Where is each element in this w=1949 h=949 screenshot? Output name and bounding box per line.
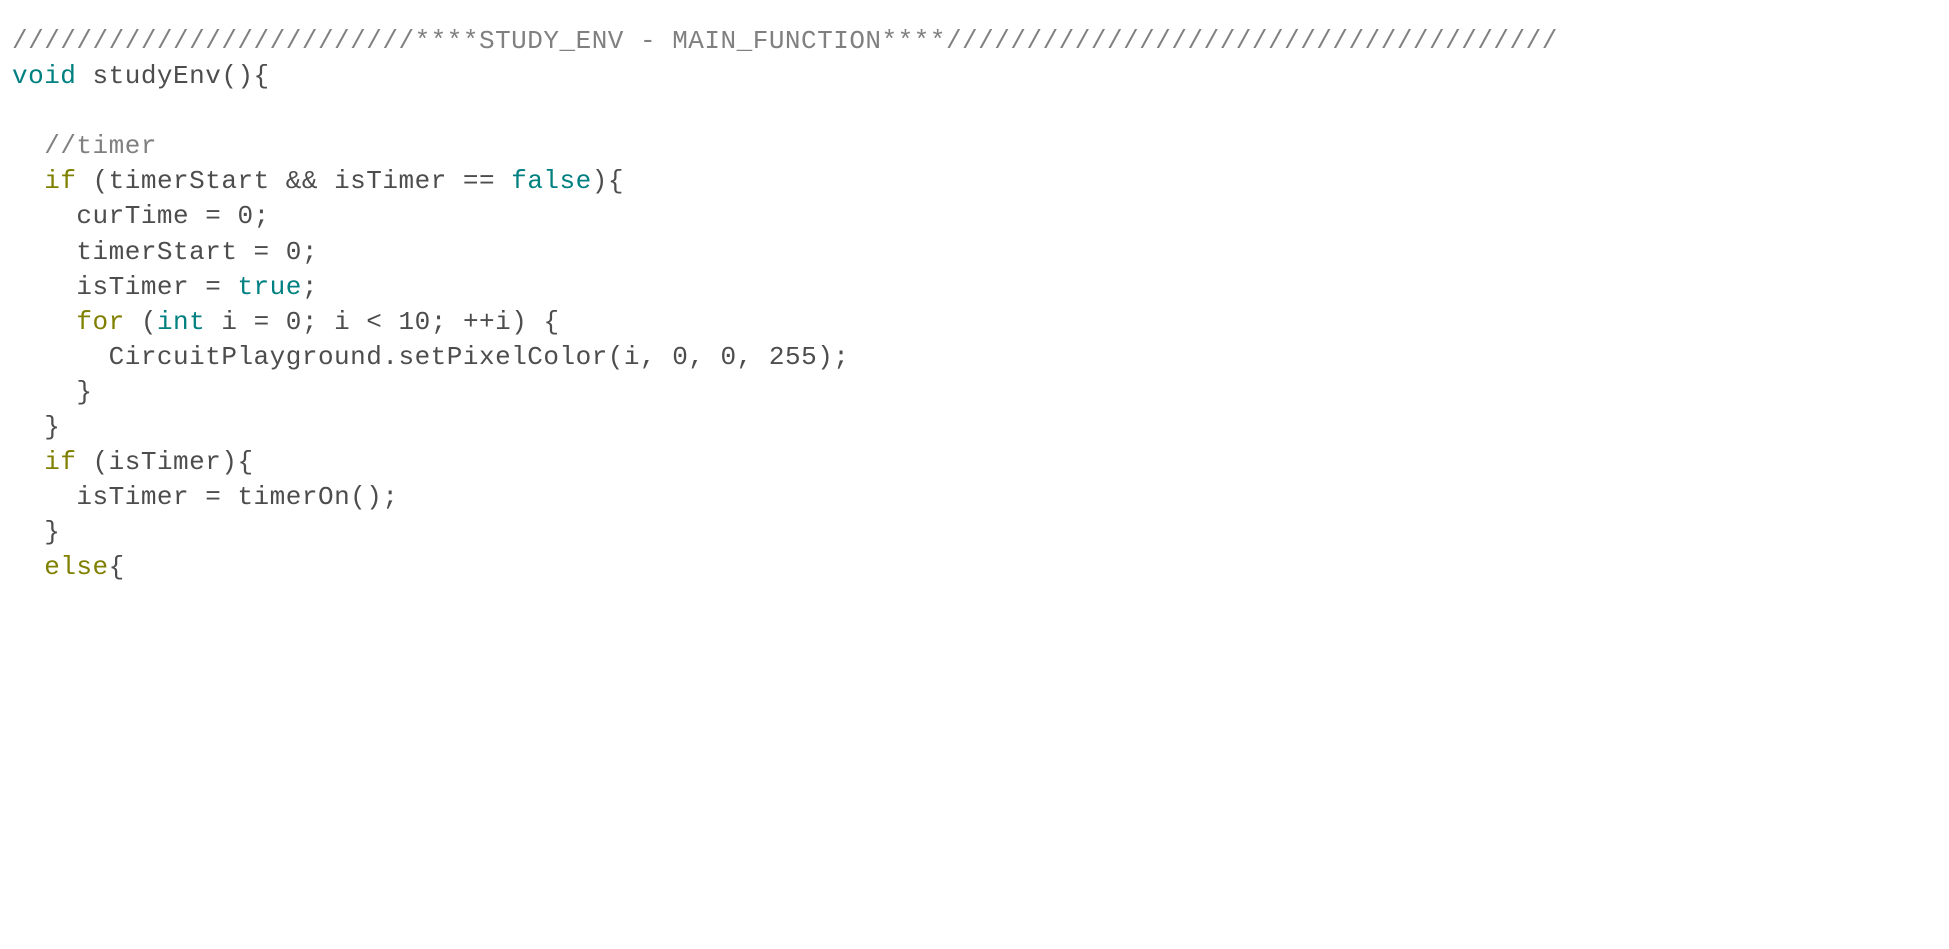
code-token: void [12,61,76,91]
code-token: } [76,377,92,407]
code-token: ){ [592,166,624,196]
code-token: true [237,272,301,302]
code-token: ; ++i) { [431,307,560,337]
code-token: 0 [286,237,302,267]
code-token: 0 [237,201,253,231]
code-token: , [737,342,769,372]
code-token: { [109,552,125,582]
code-token: } [44,517,60,547]
code-token: ; [302,272,318,302]
code-token: /////////////////////////****STUDY_ENV -… [12,26,1558,56]
code-token: i = [205,307,286,337]
code-token: (timerStart && isTimer == [76,166,511,196]
code-token: if [44,166,76,196]
code-token: 0 [286,307,302,337]
code-token: 255 [769,342,817,372]
code-token: , [688,342,720,372]
code-token: ; i < [302,307,399,337]
code-token: CircuitPlayground.setPixelColor(i, [109,342,673,372]
code-token: curTime = [76,201,237,231]
code-token: 10 [399,307,431,337]
code-token: ); [817,342,849,372]
code-token: studyEnv(){ [76,61,269,91]
code-token: ; [302,237,318,267]
code-token: for [76,307,124,337]
code-token: } [44,412,60,442]
code-token: ( [125,307,157,337]
code-token: //timer [44,131,157,161]
code-token: 0 [721,342,737,372]
code-token: timerStart = [76,237,285,267]
code-token: int [157,307,205,337]
code-token: ; [254,201,270,231]
code-block: /////////////////////////****STUDY_ENV -… [0,0,1949,610]
code-token: false [511,166,592,196]
code-token: if [44,447,76,477]
code-token: 0 [672,342,688,372]
code-token: (isTimer){ [76,447,253,477]
code-token: else [44,552,108,582]
code-token: isTimer = timerOn(); [76,482,398,512]
code-token: isTimer = [76,272,237,302]
